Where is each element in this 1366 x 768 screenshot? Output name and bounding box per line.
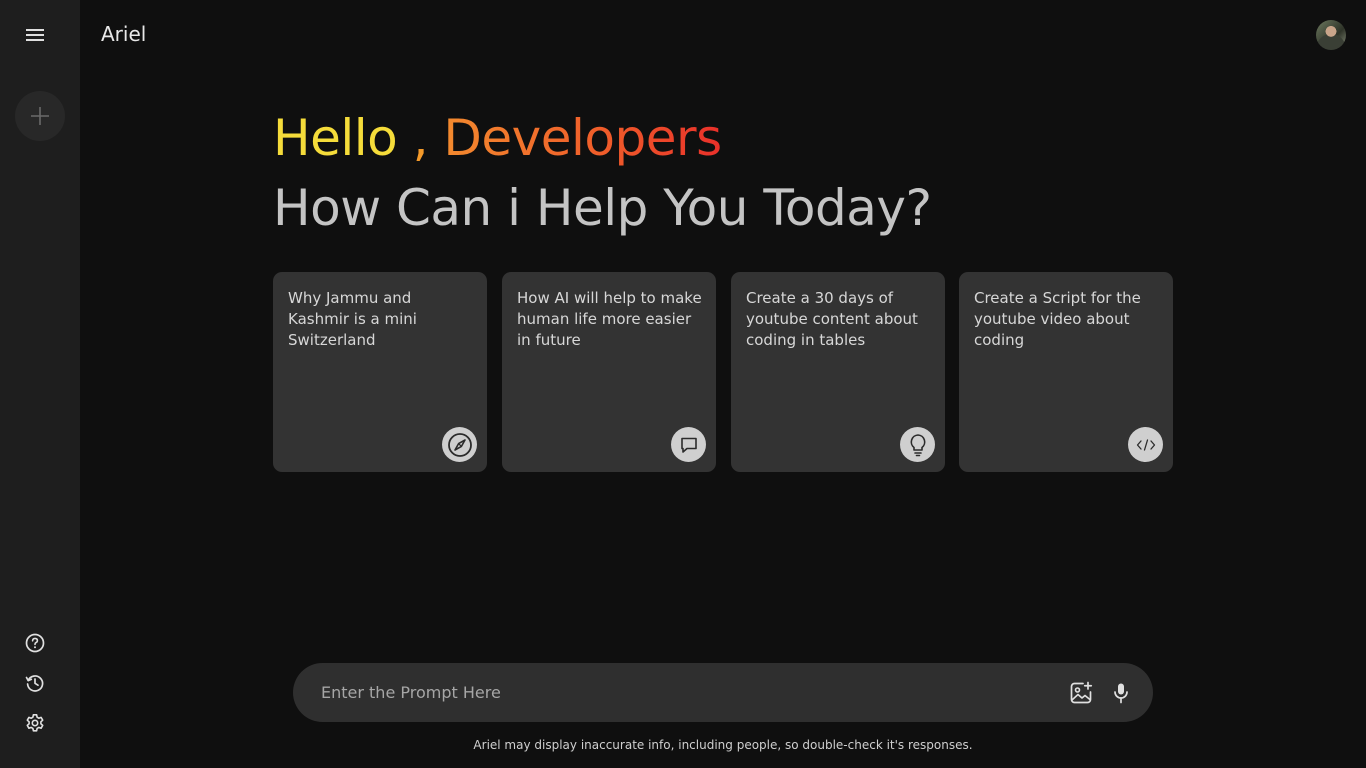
suggestion-card[interactable]: Why Jammu and Kashmir is a mini Switzerl…: [273, 272, 487, 472]
settings-icon[interactable]: [23, 711, 47, 735]
chat-bubble-icon: [671, 427, 706, 462]
greeting: Hello , Developers: [273, 104, 722, 172]
code-icon: [1128, 427, 1163, 462]
suggestion-card-text: Create a 30 days of youtube content abou…: [746, 289, 918, 349]
disclaimer: Ariel may display inaccurate info, inclu…: [473, 738, 973, 752]
suggestion-card-text: How AI will help to make human life more…: [517, 289, 702, 349]
new-chat-button[interactable]: [15, 91, 65, 141]
help-icon[interactable]: [23, 631, 47, 655]
suggestion-card-text: Why Jammu and Kashmir is a mini Switzerl…: [288, 289, 417, 349]
menu-icon[interactable]: [24, 24, 46, 46]
suggestion-card[interactable]: Create a Script for the youtube video ab…: [959, 272, 1173, 472]
suggestion-card[interactable]: How AI will help to make human life more…: [502, 272, 716, 472]
suggestion-card-text: Create a Script for the youtube video ab…: [974, 289, 1141, 349]
sidebar: [0, 0, 80, 768]
prompt-input[interactable]: [321, 663, 1041, 722]
image-upload-icon[interactable]: [1068, 680, 1094, 706]
microphone-icon[interactable]: [1108, 680, 1134, 706]
greeting-comma: ,: [397, 109, 444, 167]
compass-icon: [442, 427, 477, 462]
greeting-name: Developers: [443, 109, 722, 167]
app-title: Ariel: [101, 22, 147, 46]
greeting-subtitle: How Can i Help You Today?: [273, 179, 932, 237]
history-icon[interactable]: [23, 671, 47, 695]
suggestion-card[interactable]: Create a 30 days of youtube content abou…: [731, 272, 945, 472]
greeting-hello: Hello: [273, 109, 398, 167]
bulb-icon: [900, 427, 935, 462]
plus-icon: [31, 107, 49, 125]
avatar[interactable]: [1316, 20, 1346, 50]
prompt-bar: [293, 663, 1153, 722]
